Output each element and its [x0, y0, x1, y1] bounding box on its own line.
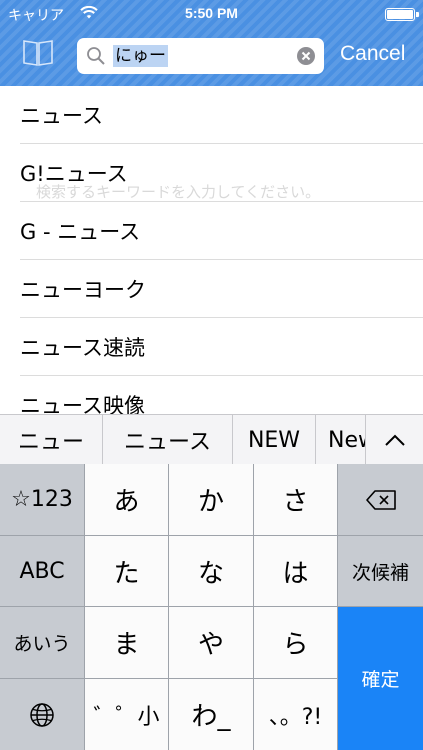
candidate-item[interactable]: ニュー [0, 415, 103, 464]
chevron-up-icon[interactable] [365, 415, 423, 464]
list-item[interactable]: ニューヨーク [0, 260, 423, 318]
candidate-item[interactable]: NEW [233, 415, 316, 464]
kana-key-ya[interactable]: や [169, 607, 254, 679]
kana-key-a[interactable]: あ [85, 464, 169, 536]
search-field[interactable]: にゅー [77, 38, 324, 74]
battery-icon [385, 8, 419, 21]
status-time: 5:50 PM [185, 5, 238, 21]
book-icon[interactable] [20, 38, 56, 68]
candidate-bar: ニュー ニュース NEW New [0, 414, 423, 464]
kana-key-ka[interactable]: か [169, 464, 254, 536]
kana-key-ma[interactable]: ま [85, 607, 169, 679]
navigation-bar: キャリア 5:50 PM にゅー Cancel [0, 0, 423, 86]
dakuten-key[interactable]: ゛゜小 [85, 679, 169, 750]
kana-key-wa[interactable]: わ_ [169, 679, 254, 750]
delete-icon[interactable] [338, 464, 423, 536]
kana-key-ha[interactable]: は [254, 536, 338, 607]
kana-key-ta[interactable]: た [85, 536, 169, 607]
list-item[interactable]: ニュース [0, 86, 423, 144]
suggestion-list: 検索するキーワードを入力してください。 ニュース G!ニュース G - ニュース… [0, 86, 423, 414]
list-item[interactable]: G!ニュース [0, 144, 423, 202]
candidate-item[interactable]: ニュース [103, 415, 233, 464]
numbers-key[interactable]: ☆123 [0, 464, 85, 536]
search-icon [86, 46, 106, 70]
kana-key-na[interactable]: な [169, 536, 254, 607]
punctuation-key[interactable]: 、。?! [254, 679, 338, 750]
keyboard: ☆123 あ か さ ABC た な は 次候補 あいう ま や ら 確定 ゛゜… [0, 464, 423, 750]
search-query-text[interactable]: にゅー [113, 45, 168, 67]
clear-icon[interactable] [296, 46, 316, 70]
list-item[interactable]: G - ニュース [0, 202, 423, 260]
kana-key-ra[interactable]: ら [254, 607, 338, 679]
kana-mode-key[interactable]: あいう [0, 607, 85, 679]
confirm-button[interactable]: 確定 [338, 607, 423, 750]
list-item[interactable]: ニュース映像 [0, 376, 423, 414]
kana-key-sa[interactable]: さ [254, 464, 338, 536]
abc-key[interactable]: ABC [0, 536, 85, 607]
cancel-button[interactable]: Cancel [340, 42, 405, 66]
next-candidate-key[interactable]: 次候補 [338, 536, 423, 607]
globe-icon[interactable] [0, 679, 85, 750]
list-item[interactable]: ニュース速読 [0, 318, 423, 376]
status-bar: キャリア 5:50 PM [0, 0, 423, 28]
